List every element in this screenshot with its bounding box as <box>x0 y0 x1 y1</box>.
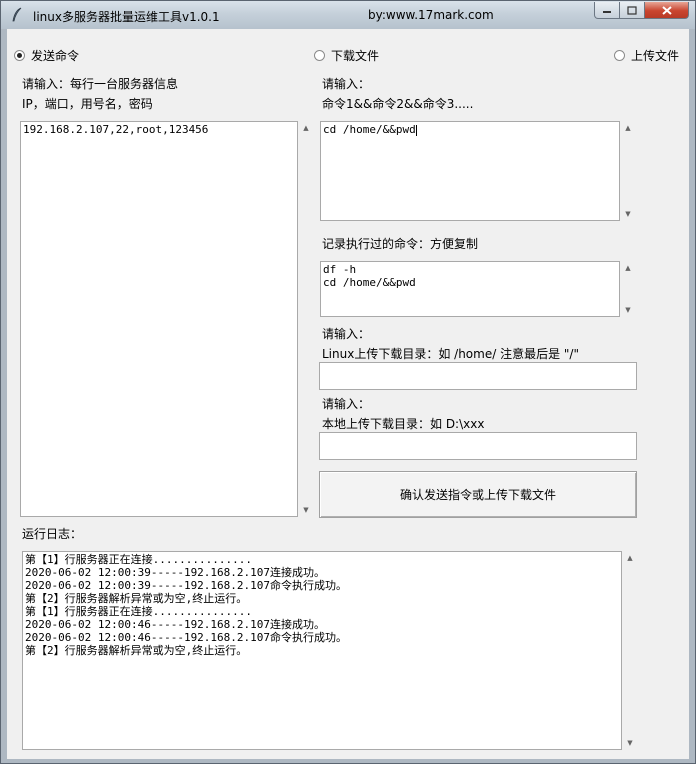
close-icon <box>661 5 672 15</box>
history-scrollbar[interactable]: ▲ ▼ <box>620 261 636 317</box>
scroll-up-icon[interactable]: ▲ <box>298 121 314 135</box>
servers-label: 请输入：每行一台服务器信息 <box>22 77 179 91</box>
local-dir-label: 本地上传下载目录：如 D:\xxx <box>322 417 485 431</box>
feather-icon <box>12 7 22 22</box>
log-label: 运行日志： <box>22 527 83 541</box>
log-scrollbar[interactable]: ▲ ▼ <box>622 551 638 750</box>
radio-send-label: 发送命令 <box>31 49 80 63</box>
close-button[interactable] <box>645 2 689 19</box>
title-bar[interactable]: linux多服务器批量运维工具v1.0.1 by:www.17mark.com <box>1 1 695 29</box>
submit-button[interactable]: 确认发送指令或上传下载文件 <box>319 471 637 518</box>
scroll-up-icon[interactable]: ▲ <box>622 551 638 565</box>
remote-dir-input[interactable] <box>319 362 637 390</box>
command-textarea[interactable]: cd /home/&&pwd <box>320 121 620 221</box>
text-caret <box>415 124 417 136</box>
scroll-down-icon[interactable]: ▼ <box>622 736 638 750</box>
radio-dot <box>614 50 625 61</box>
servers-textarea[interactable]: 192.168.2.107,22,root,123456 <box>20 121 298 517</box>
command-label: 请输入： <box>322 77 371 91</box>
radio-upload-label: 上传文件 <box>631 49 680 63</box>
servers-format-label: IP，端口，用号名，密码 <box>22 97 153 111</box>
app-window: linux多服务器批量运维工具v1.0.1 by:www.17mark.com … <box>0 0 696 764</box>
history-label: 记录执行过的命令：方便复制 <box>322 237 479 251</box>
radio-upload-file[interactable]: 上传文件 <box>614 47 679 64</box>
remote-dir-prompt: 请输入： <box>322 327 371 341</box>
radio-download-label: 下载文件 <box>331 49 380 63</box>
command-scrollbar[interactable]: ▲ ▼ <box>620 121 636 221</box>
servers-scrollbar[interactable]: ▲ ▼ <box>298 121 314 517</box>
scroll-down-icon[interactable]: ▼ <box>298 503 314 517</box>
remote-dir-label: Linux上传下载目录：如 /home/ 注意最后是 "/" <box>322 347 579 361</box>
history-textarea[interactable]: df -h cd /home/&&pwd <box>320 261 620 317</box>
local-dir-prompt: 请输入： <box>322 397 371 411</box>
client-area: 发送命令 下载文件 上传文件 请输入：每行一台服务器信息 IP，端口，用号名，密… <box>7 29 689 759</box>
scroll-down-icon[interactable]: ▼ <box>620 207 636 221</box>
radio-send-command[interactable]: 发送命令 <box>14 47 79 64</box>
scroll-up-icon[interactable]: ▲ <box>620 121 636 135</box>
radio-dot <box>314 50 325 61</box>
maximize-button[interactable] <box>620 2 645 19</box>
window-title: linux多服务器批量运维工具v1.0.1 <box>33 10 220 24</box>
command-text: cd /home/&&pwd <box>323 123 416 136</box>
minimize-icon <box>603 11 611 13</box>
submit-button-label: 确认发送指令或上传下载文件 <box>399 488 556 502</box>
minimize-button[interactable] <box>594 2 620 19</box>
scroll-down-icon[interactable]: ▼ <box>620 303 636 317</box>
window-author: by:www.17mark.com <box>368 8 494 22</box>
radio-download-file[interactable]: 下载文件 <box>314 47 379 64</box>
window-controls <box>594 2 689 19</box>
log-textarea[interactable]: 第【1】行服务器正在连接............... 2020-06-02 1… <box>22 551 622 750</box>
local-dir-input[interactable] <box>319 432 637 460</box>
maximize-icon <box>627 5 637 15</box>
radio-dot-selected <box>14 50 25 61</box>
scroll-up-icon[interactable]: ▲ <box>620 261 636 275</box>
command-format-label: 命令1&&命令2&&命令3..... <box>322 97 474 111</box>
